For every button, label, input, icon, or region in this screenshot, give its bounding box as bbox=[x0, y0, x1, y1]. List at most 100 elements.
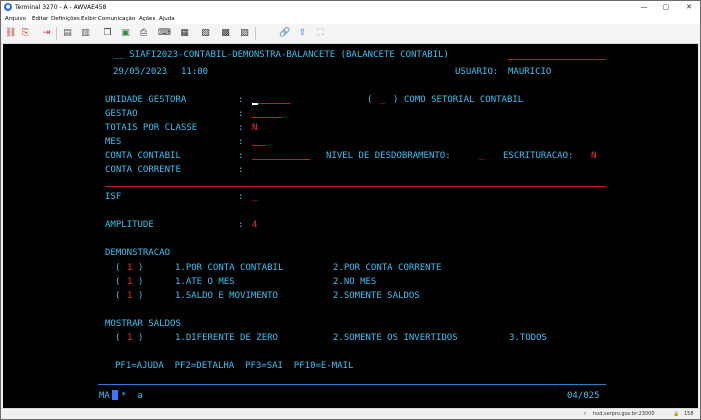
demo-row3-close: ) bbox=[138, 291, 144, 301]
macro-play-icon[interactable]: ▦ bbox=[179, 28, 190, 39]
setorial-label: COMO SETORIAL CONTABIL bbox=[404, 95, 524, 105]
isf-sep: : bbox=[238, 192, 244, 202]
send-icon[interactable]: ▤ bbox=[62, 28, 73, 39]
nivel-label: NIVEL DE DESDOBRAMENTO: bbox=[326, 151, 451, 161]
demo-row1-open: ( bbox=[115, 263, 121, 273]
pf-keys-legend: PF1=AJUDA PF2=DETALHA PF3=SAI PF10=E-MAI… bbox=[115, 361, 354, 371]
demo-row1-opt1: 1.POR CONTA CONTABIL bbox=[175, 263, 284, 273]
amplitude-sep: : bbox=[238, 220, 244, 230]
close-button[interactable]: ✕ bbox=[682, 2, 696, 13]
saldos-opt1: 1.DIFERENTE DE ZERO bbox=[175, 333, 278, 343]
mes-label: MES bbox=[105, 137, 122, 147]
conta-contabil-label: CONTA CONTABIL bbox=[105, 151, 181, 161]
terminal-screen[interactable]: __ SIAFI2023-CONTABIL-DEMONSTRA-BALANCET… bbox=[3, 44, 698, 408]
demo-row2-opt2: 2.NO MES bbox=[333, 277, 377, 287]
demo-row3-input[interactable]: 1 bbox=[127, 291, 132, 301]
totais-por-classe-input[interactable]: N bbox=[252, 123, 257, 133]
mes-input[interactable] bbox=[252, 145, 266, 146]
toolbar-separator bbox=[255, 27, 256, 40]
copy-icon[interactable]: ❐ bbox=[102, 28, 113, 39]
unidade-gestora-label: UNIDADE GESTORA bbox=[105, 95, 187, 105]
saldos-close: ) bbox=[138, 333, 144, 343]
menu-acoes[interactable]: Ações bbox=[139, 16, 155, 22]
demo-row2-input[interactable]: 1 bbox=[127, 277, 132, 287]
setorial-close: ) bbox=[393, 95, 399, 105]
saldos-opt2: 2.SOMENTE OS INVERTIDOS bbox=[333, 333, 458, 343]
minimize-button[interactable]: — bbox=[637, 2, 651, 13]
app-icon: ● bbox=[4, 3, 12, 11]
demo-row1-close: ) bbox=[138, 263, 144, 273]
escrituracao-input[interactable]: N bbox=[591, 151, 596, 161]
screen-header-title: __ SIAFI2023-CONTABIL-DEMONSTRA-BALANCET… bbox=[113, 50, 449, 60]
mostrar-saldos-heading: MOSTRAR SALDOS bbox=[105, 319, 181, 329]
totais-por-classe-sep: : bbox=[238, 123, 244, 133]
maximize-button[interactable]: ▢ bbox=[659, 2, 673, 13]
user-name: MAURICIO bbox=[508, 67, 552, 77]
menu-definicoes[interactable]: Definições bbox=[51, 16, 80, 22]
header-rule bbox=[508, 59, 606, 60]
oia-cursor bbox=[112, 390, 118, 400]
oia-status: * a bbox=[121, 391, 143, 401]
mes-sep: : bbox=[238, 137, 244, 147]
host-address: hod.serpro.gov.br:23000 bbox=[593, 411, 655, 417]
oia-rule bbox=[98, 384, 606, 385]
unidade-gestora-sep: : bbox=[238, 95, 244, 105]
toolbar: ⛓ ⎘ ⇥ ▤ ▥ ❐ ▣ ⎙ ⌨ ▦ ▧ ▩ ▨ 🔗 ⇪ ⛶ bbox=[1, 24, 700, 44]
macro-record-icon[interactable]: ▧ bbox=[200, 28, 211, 39]
oia-indicator: MA bbox=[99, 391, 110, 401]
setorial-input[interactable]: _ bbox=[380, 95, 385, 105]
demo-row3-open: ( bbox=[115, 291, 121, 301]
screen-date: 29/05/2023 bbox=[113, 67, 168, 77]
status-bar: ⚡ hod.serpro.gov.br:23000 🔒 158 bbox=[1, 408, 700, 419]
gestao-input[interactable] bbox=[252, 117, 282, 118]
saldos-input[interactable]: 1 bbox=[127, 333, 132, 343]
keyboard-icon[interactable]: ⌨ bbox=[158, 28, 171, 39]
print-icon[interactable]: ⎙ bbox=[138, 28, 149, 39]
title-bar: ● Terminal 3270 - A - AWVAE458 — ▢ ✕ bbox=[1, 1, 700, 14]
demo-row1-input[interactable]: 1 bbox=[127, 263, 132, 273]
paste-icon[interactable]: ▣ bbox=[120, 28, 131, 39]
conta-corrente-label: CONTA CORRENTE bbox=[105, 165, 181, 175]
fullscreen-icon[interactable]: ⛶ bbox=[315, 28, 326, 39]
saldos-open: ( bbox=[115, 333, 121, 343]
disconnect-icon[interactable]: ⛓ bbox=[5, 28, 16, 39]
port-number: 158 bbox=[684, 411, 694, 417]
amplitude-label: AMPLITUDE bbox=[105, 220, 154, 230]
nivel-input[interactable]: _ bbox=[479, 151, 484, 161]
connected-icon: ⚡ bbox=[583, 411, 587, 417]
demo-row1-opt2: 2.POR CONTA CORRENTE bbox=[333, 263, 442, 273]
isf-label: ISF bbox=[105, 192, 122, 202]
conta-corrente-sep: : bbox=[238, 165, 244, 175]
exit-icon[interactable]: ⇥ bbox=[41, 28, 52, 39]
setorial-open: ( bbox=[367, 95, 373, 105]
screen-time: 11:00 bbox=[181, 67, 209, 77]
menu-editar[interactable]: Editar bbox=[32, 16, 48, 22]
macro-stop-icon[interactable]: ▩ bbox=[220, 28, 231, 39]
connect-icon[interactable]: ⎘ bbox=[20, 28, 31, 39]
menu-comunicacao[interactable]: Comunicação bbox=[98, 16, 135, 22]
demo-row2-close: ) bbox=[138, 277, 144, 287]
menu-ajuda[interactable]: Ajuda bbox=[159, 16, 175, 22]
cursor-position: 04/025 bbox=[567, 391, 600, 401]
gestao-sep: : bbox=[238, 109, 244, 119]
demo-row3-opt1: 1.SALDO E MOVIMENTO bbox=[175, 291, 278, 301]
upload-icon[interactable]: ⇪ bbox=[297, 28, 308, 39]
link-icon[interactable]: 🔗 bbox=[279, 28, 290, 39]
demo-row2-open: ( bbox=[115, 277, 121, 287]
gestao-label: GESTAO bbox=[105, 109, 138, 119]
menu-exibir[interactable]: Exibir bbox=[81, 16, 97, 22]
demonstracao-heading: DEMONSTRACAO bbox=[105, 248, 171, 258]
toolbar-separator bbox=[56, 27, 57, 40]
menu-arquivo[interactable]: Arquivo bbox=[5, 16, 26, 22]
conta-contabil-sep: : bbox=[238, 151, 244, 161]
section-divider bbox=[105, 186, 606, 187]
amplitude-input[interactable]: 4 bbox=[252, 220, 257, 230]
totais-por-classe-label: TOTAIS POR CLASSE bbox=[105, 123, 198, 133]
receive-icon[interactable]: ▥ bbox=[80, 28, 91, 39]
saldos-opt3: 3.TODOS bbox=[509, 333, 547, 343]
isf-input[interactable]: _ bbox=[252, 192, 257, 202]
user-label: USUARIO: bbox=[455, 67, 499, 77]
conta-contabil-input[interactable] bbox=[252, 159, 310, 160]
lock-icon: 🔒 bbox=[673, 411, 680, 417]
macro-edit-icon[interactable]: ▨ bbox=[239, 28, 250, 39]
